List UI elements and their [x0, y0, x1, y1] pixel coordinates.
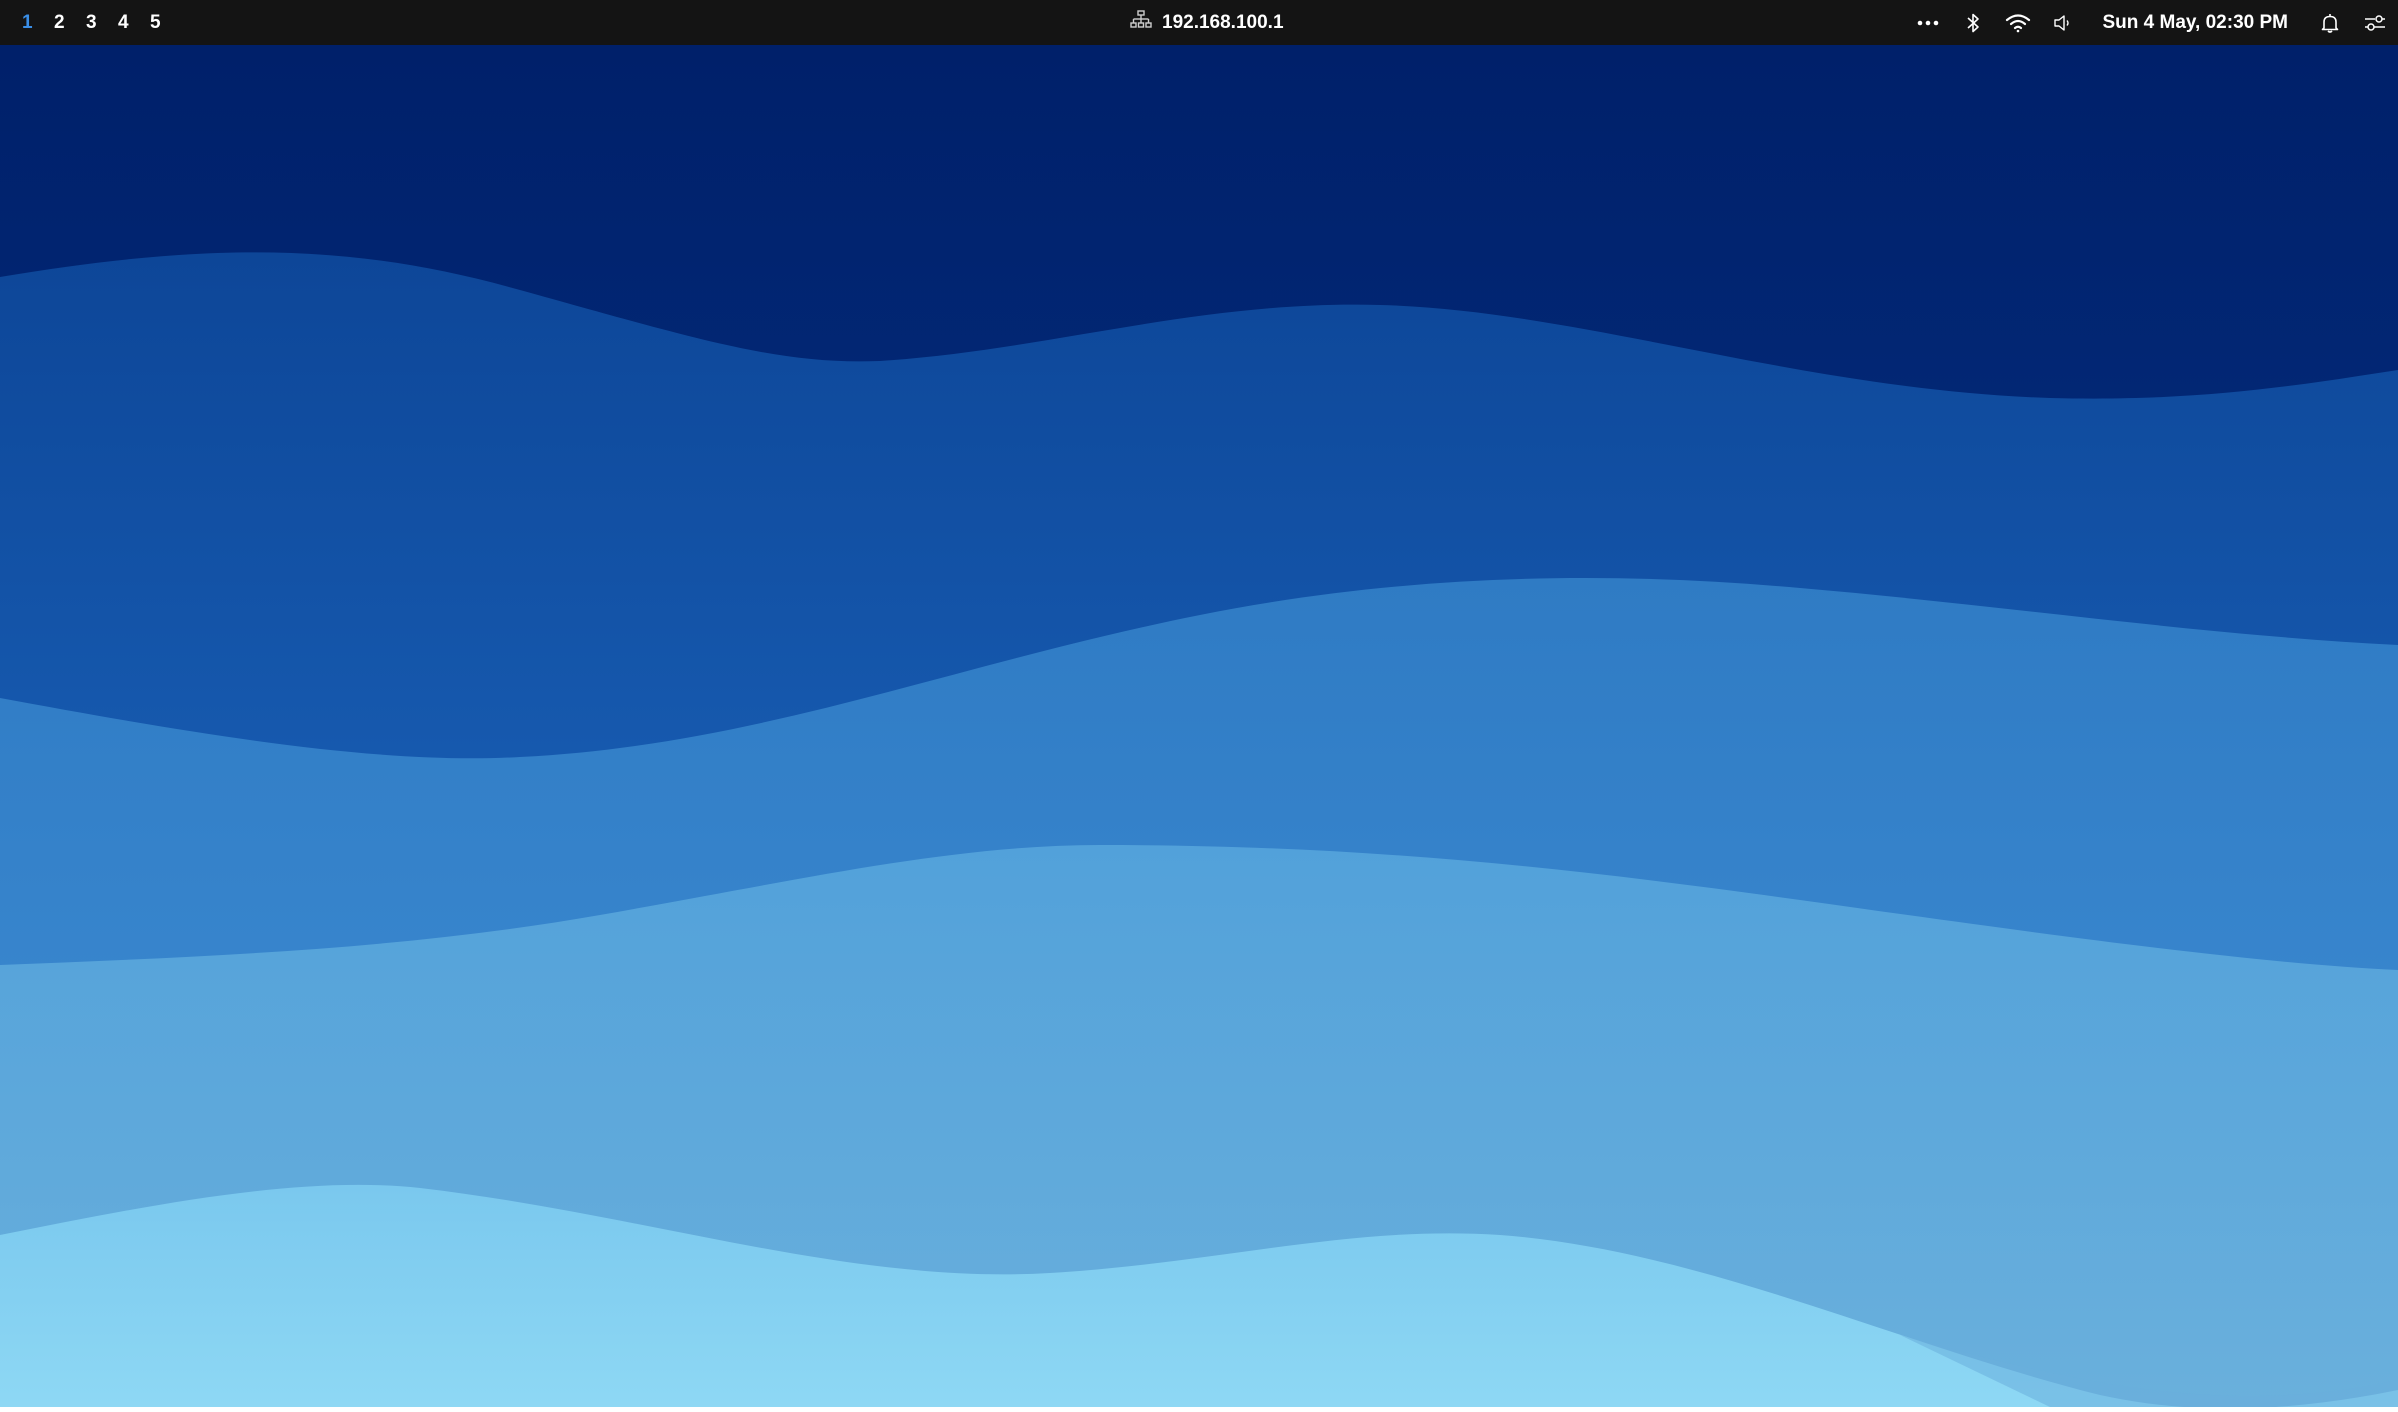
sliders-icon[interactable] — [2352, 0, 2398, 45]
wired-network-icon — [1130, 10, 1152, 36]
top-bar: 1 2 3 4 5 192.168.100.1 — [0, 0, 2398, 45]
desktop-wallpaper — [0, 45, 2398, 1407]
workspace-3[interactable]: 3 — [86, 12, 118, 34]
workspace-4[interactable]: 4 — [118, 12, 150, 34]
workspace-5[interactable]: 5 — [150, 12, 182, 34]
system-tray: Sun 4 May, 02:30 PM — [1905, 0, 2398, 45]
network-address: 192.168.100.1 — [1162, 12, 1284, 34]
wifi-icon[interactable] — [1995, 0, 2041, 45]
volume-icon[interactable] — [2041, 0, 2085, 45]
workspace-2[interactable]: 2 — [54, 12, 86, 34]
network-indicator[interactable]: 192.168.100.1 — [1130, 0, 1284, 45]
workspace-1[interactable]: 1 — [22, 12, 54, 34]
bell-icon[interactable] — [2308, 0, 2352, 45]
workspace-switcher: 1 2 3 4 5 — [22, 0, 182, 45]
bluetooth-icon[interactable] — [1951, 0, 1995, 45]
more-horizontal-icon[interactable] — [1905, 0, 1951, 45]
clock[interactable]: Sun 4 May, 02:30 PM — [2103, 0, 2289, 45]
